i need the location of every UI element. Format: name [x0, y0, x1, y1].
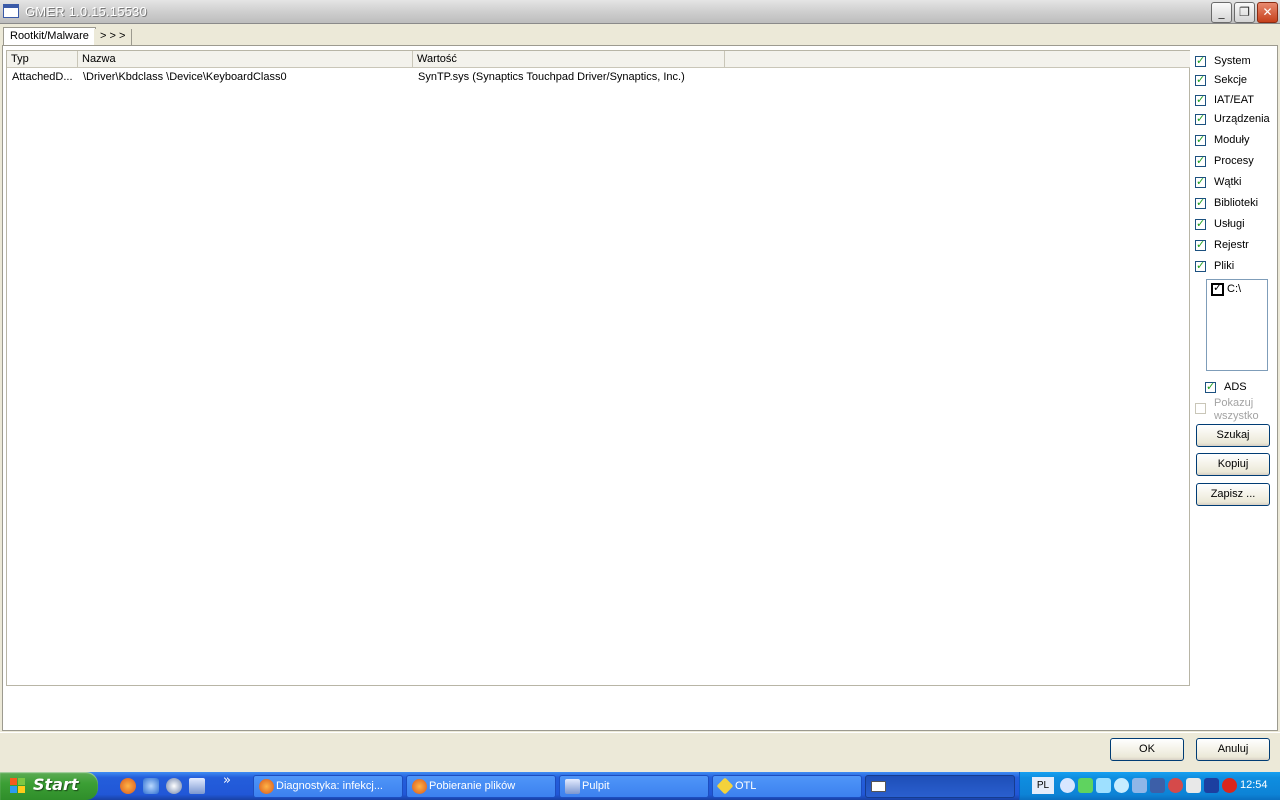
save-button[interactable]: Zapisz ... [1196, 483, 1270, 506]
row-name: \Driver\Kbdclass \Device\KeyboardClass0 [83, 71, 287, 83]
drive-label: C:\ [1227, 283, 1242, 295]
windows-flag-icon [10, 778, 26, 794]
folder-icon [565, 779, 580, 794]
row-value: SynTP.sys (Synaptics Touchpad Driver/Syn… [418, 71, 685, 83]
taskbar-item-label: Pulpit [582, 780, 610, 792]
option-label: Moduły [1214, 134, 1250, 146]
taskbar-item-pobieranie[interactable]: Pobieranie plików [406, 775, 556, 798]
main-panel: Typ Nazwa Wartość AttachedD... \Driver\K… [2, 45, 1278, 731]
checkbox[interactable] [1195, 217, 1206, 230]
taskbar-item-gmer[interactable] [865, 775, 1015, 798]
usb-icon[interactable] [1186, 778, 1201, 793]
checkbox[interactable] [1195, 112, 1206, 125]
checkbox[interactable] [1195, 73, 1206, 86]
taskbar-item-label: Diagnostyka: infekcj... [276, 780, 383, 792]
option-label: Procesy [1214, 155, 1254, 167]
clock: 12:54 [1240, 779, 1268, 791]
option-label: Usługi [1214, 218, 1245, 230]
tab-more[interactable]: > > > [94, 29, 133, 46]
list-header: Typ Nazwa Wartość [7, 51, 1190, 68]
app-icon [3, 4, 19, 18]
option-label: IAT/EAT [1214, 94, 1254, 106]
taskbar-item-pulpit[interactable]: Pulpit [559, 775, 709, 798]
checkbox[interactable] [1195, 175, 1206, 188]
checkbox[interactable] [1195, 93, 1206, 106]
close-button[interactable]: ✕ [1257, 2, 1278, 23]
option-label: Pliki [1214, 260, 1235, 272]
wireless-icon[interactable] [1132, 778, 1147, 793]
word-icon[interactable] [189, 778, 205, 794]
gmer-icon [871, 781, 886, 792]
system-tray: PL 12:54 [1019, 772, 1280, 800]
otl-icon [716, 777, 734, 795]
language-indicator[interactable]: PL [1032, 777, 1054, 794]
sync-icon[interactable] [1114, 778, 1129, 793]
shield-icon[interactable] [1078, 778, 1093, 793]
checkbox[interactable] [1195, 238, 1206, 251]
drive-list[interactable]: C:\ [1206, 279, 1268, 371]
firefox-icon [259, 779, 274, 794]
tray-collapse-icon[interactable] [1060, 778, 1075, 793]
start-button[interactable]: Start [0, 772, 98, 800]
tab-strip: Rootkit/Malware > > > [0, 24, 1280, 46]
taskbar-item-diagnostyka[interactable]: Diagnostyka: infekcj... [253, 775, 403, 798]
window-title: GMER 1.0.15.15530 [25, 4, 147, 19]
display-icon[interactable] [1204, 778, 1219, 793]
restore-button[interactable]: ❐ [1234, 2, 1255, 23]
column-header-name[interactable]: Nazwa [78, 51, 413, 68]
option-label: Sekcje [1214, 74, 1248, 86]
search-button[interactable]: Szukaj [1196, 424, 1270, 447]
checkbox[interactable] [1195, 154, 1206, 167]
option-label: Biblioteki [1214, 197, 1259, 209]
option-label: Rejestr [1214, 239, 1249, 251]
taskbar-item-label: OTL [735, 780, 757, 792]
taskbar-item-label: Pobieranie plików [429, 780, 516, 792]
drive-checkbox[interactable] [1211, 281, 1224, 296]
ie-icon[interactable] [143, 778, 159, 794]
media-player-icon[interactable] [166, 778, 182, 794]
firefox-icon [412, 779, 427, 794]
checkbox[interactable] [1195, 196, 1206, 209]
firefox-icon[interactable] [120, 778, 136, 794]
antivirus-icon[interactable] [1222, 778, 1237, 793]
minimize-button[interactable]: _ [1211, 2, 1232, 23]
checkbox[interactable] [1195, 403, 1206, 414]
table-row[interactable]: AttachedD... \Driver\Kbdclass \Device\Ke… [7, 69, 1190, 85]
security-icon[interactable] [1168, 778, 1183, 793]
start-label: Start [33, 775, 79, 794]
ok-button[interactable]: OK [1110, 738, 1184, 761]
dialog-footer: OK Anuluj [0, 732, 1280, 772]
cancel-button[interactable]: Anuluj [1196, 738, 1270, 761]
option-label: System [1214, 55, 1251, 67]
column-header-value[interactable]: Wartość [413, 51, 725, 68]
network-icon[interactable] [1096, 778, 1111, 793]
option-label: Pokazuj [1214, 397, 1254, 409]
option-label: Wątki [1214, 176, 1242, 188]
title-bar[interactable]: GMER 1.0.15.15530 _ ❐ ✕ [0, 0, 1280, 24]
row-type: AttachedD... [12, 71, 73, 83]
option-label: Urządzenia [1214, 113, 1270, 125]
checkbox[interactable] [1195, 54, 1206, 67]
option-label: ADS [1224, 381, 1247, 393]
copy-button[interactable]: Kopiuj [1196, 453, 1270, 476]
taskbar: Start » Diagnostyka: infekcj... Pobieran… [0, 772, 1280, 800]
checkbox[interactable] [1195, 259, 1206, 272]
checkbox[interactable] [1195, 133, 1206, 146]
results-list[interactable]: Typ Nazwa Wartość AttachedD... \Driver\K… [6, 50, 1190, 686]
tab-rootkit-malware[interactable]: Rootkit/Malware [3, 27, 96, 46]
column-header-type[interactable]: Typ [7, 51, 78, 68]
option-label: wszystko [1214, 410, 1259, 422]
taskbar-item-otl[interactable]: OTL [712, 775, 862, 798]
touchpad-icon[interactable] [1150, 778, 1165, 793]
checkbox[interactable] [1205, 380, 1216, 393]
quicklaunch-overflow-icon[interactable]: » [223, 773, 231, 788]
